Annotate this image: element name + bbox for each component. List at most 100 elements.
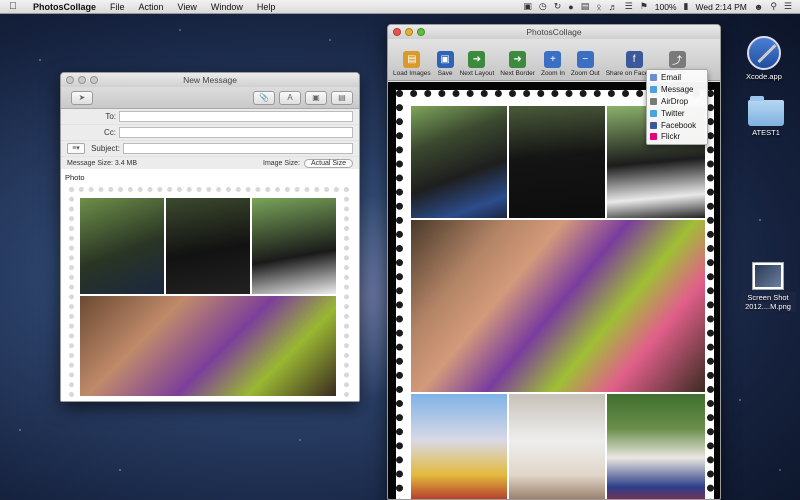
menu-app-name[interactable]: PhotosCollage — [26, 2, 103, 12]
menubar-clock[interactable]: Wed 2:14 PM — [696, 2, 747, 12]
paperclip-icon: 📎 — [259, 93, 269, 102]
flag-icon[interactable]: ⚑ — [640, 1, 648, 12]
subject-row: ≡▾ Subject: — [61, 141, 359, 157]
image-size-select[interactable]: Actual Size — [303, 159, 353, 168]
toolbar-zoom-out-button[interactable]: − Zoom Out — [571, 51, 600, 77]
message-size: Message Size: 3.4 MB — [67, 160, 138, 167]
menu-view[interactable]: View — [171, 2, 204, 12]
volume-icon[interactable]: ♬ — [609, 2, 618, 12]
to-row: To: — [61, 109, 359, 125]
share-item-airdrop[interactable]: AirDrop — [647, 96, 707, 108]
send-button[interactable]: ➤ — [71, 90, 93, 105]
drive-icon[interactable]: ▤ — [581, 1, 590, 12]
collage-photo-castle[interactable] — [411, 394, 507, 499]
collage-photo-graduates-2[interactable] — [509, 106, 605, 218]
desktop-icon-screenshot[interactable]: Screen Shot 2012....M.png — [740, 262, 796, 312]
collage-photo — [80, 296, 336, 396]
bluetooth-icon[interactable]: ᛟ — [596, 2, 601, 12]
cc-label: Cc: — [104, 128, 116, 137]
load-images-icon: ▤ — [403, 51, 421, 68]
image-file-icon — [752, 262, 784, 290]
image-size-label: Image Size: — [263, 160, 300, 167]
collage-photo-graduates-1[interactable] — [411, 106, 507, 218]
apple-menu-icon[interactable]:  — [0, 1, 26, 12]
minimize-button[interactable] — [78, 76, 86, 84]
cc-field[interactable] — [119, 127, 353, 138]
zoom-out-icon: − — [576, 51, 594, 68]
zoom-button[interactable] — [417, 28, 425, 36]
menu-window[interactable]: Window — [204, 2, 250, 12]
menu-file[interactable]: File — [103, 2, 132, 12]
attach-button[interactable]: 📎 — [253, 90, 275, 105]
photo-browser-button[interactable]: ▣ — [305, 90, 327, 105]
desktop-icon-label: Screen Shot 2012....M.png — [740, 292, 796, 312]
toolbar-next-layout-button[interactable]: ➜ Next Layout — [459, 51, 495, 77]
toolbar-load-images-button[interactable]: ▤ Load Images — [393, 51, 431, 77]
share-menu: Email Message AirDrop Twitter Facebook Flickr — [646, 69, 708, 145]
flickr-icon — [650, 133, 657, 141]
share-icon: ⤴ — [668, 51, 686, 68]
subject-field[interactable] — [123, 143, 353, 154]
desktop-icon-label: Xcode.app — [746, 72, 782, 81]
to-field[interactable] — [119, 111, 353, 122]
facebook-icon — [650, 121, 657, 129]
toolbar-save-button[interactable]: ▣ Save — [436, 51, 454, 77]
minimize-button[interactable] — [405, 28, 413, 36]
share-item-twitter[interactable]: Twitter — [647, 107, 707, 119]
mail-body[interactable]: Photo — [61, 169, 359, 401]
battery-icon: ▮ — [683, 1, 689, 11]
window-title: PhotosCollage — [526, 27, 582, 37]
save-icon: ▣ — [436, 51, 454, 68]
font-icon: A — [287, 93, 293, 102]
toolbar-label: Next Layout — [459, 70, 495, 77]
collage-titlebar[interactable]: PhotosCollage — [388, 25, 720, 39]
share-item-message[interactable]: Message — [647, 84, 707, 96]
collage-photo-uncle-sam[interactable] — [607, 394, 705, 499]
wifi-icon[interactable]: ☰ — [625, 1, 633, 12]
menu-action[interactable]: Action — [132, 2, 171, 12]
format-button[interactable]: A — [279, 90, 301, 105]
toolbar-next-border-button[interactable]: ➜ Next Border — [500, 51, 535, 77]
zoom-button[interactable] — [90, 76, 98, 84]
toolbar-label: Load Images — [393, 70, 431, 77]
toolbar-label: Next Border — [500, 70, 535, 77]
attachment-name: Photo — [65, 173, 85, 182]
time-machine-icon[interactable]: ◷ — [539, 1, 547, 12]
desktop-icon-atest1[interactable]: ATEST1 — [748, 96, 784, 137]
attached-collage-image — [69, 187, 349, 401]
sync-icon[interactable]: ↻ — [554, 1, 562, 12]
user-icon[interactable]: ☻ — [754, 2, 763, 12]
collage-photo-statue[interactable] — [509, 394, 605, 499]
toolbar-label: Zoom In — [540, 70, 565, 77]
send-icon: ➤ — [78, 93, 86, 102]
battery-percent[interactable]: 100% — [655, 2, 677, 12]
menubar-app-icon[interactable]: ▣ — [523, 1, 532, 12]
notification-center-icon[interactable]: ☰ — [784, 1, 792, 12]
collage-photo — [166, 198, 250, 294]
collage-photo-party[interactable] — [411, 220, 705, 392]
airdrop-icon — [650, 97, 657, 105]
share-item-flickr[interactable]: Flickr — [647, 131, 707, 143]
menu-help[interactable]: Help — [250, 2, 283, 12]
mail-titlebar[interactable]: New Message — [61, 73, 359, 87]
close-button[interactable] — [66, 76, 74, 84]
new-message-window: New Message ➤ 📎 A ▣ ▤ To: Cc: ≡▾ Subject… — [60, 72, 360, 402]
collage-photo — [252, 198, 336, 294]
close-button[interactable] — [393, 28, 401, 36]
message-icon — [650, 86, 657, 94]
email-icon — [650, 74, 657, 82]
desktop-icon-xcode[interactable]: Xcode.app — [746, 36, 782, 81]
stationery-icon: ▤ — [338, 93, 346, 102]
share-item-label: Message — [661, 85, 694, 95]
share-item-label: Facebook — [661, 120, 697, 130]
stationery-button[interactable]: ▤ — [331, 90, 353, 105]
notification-icon[interactable]: ● — [568, 2, 573, 12]
collage-stamp-frame — [396, 90, 714, 499]
header-options-button[interactable]: ≡▾ — [67, 143, 85, 154]
window-title: New Message — [183, 75, 237, 85]
share-item-facebook[interactable]: Facebook — [647, 119, 707, 131]
spotlight-icon[interactable]: ⚲ — [770, 1, 777, 12]
share-item-email[interactable]: Email — [647, 72, 707, 84]
share-item-label: AirDrop — [661, 96, 689, 106]
toolbar-zoom-in-button[interactable]: + Zoom In — [541, 51, 565, 77]
